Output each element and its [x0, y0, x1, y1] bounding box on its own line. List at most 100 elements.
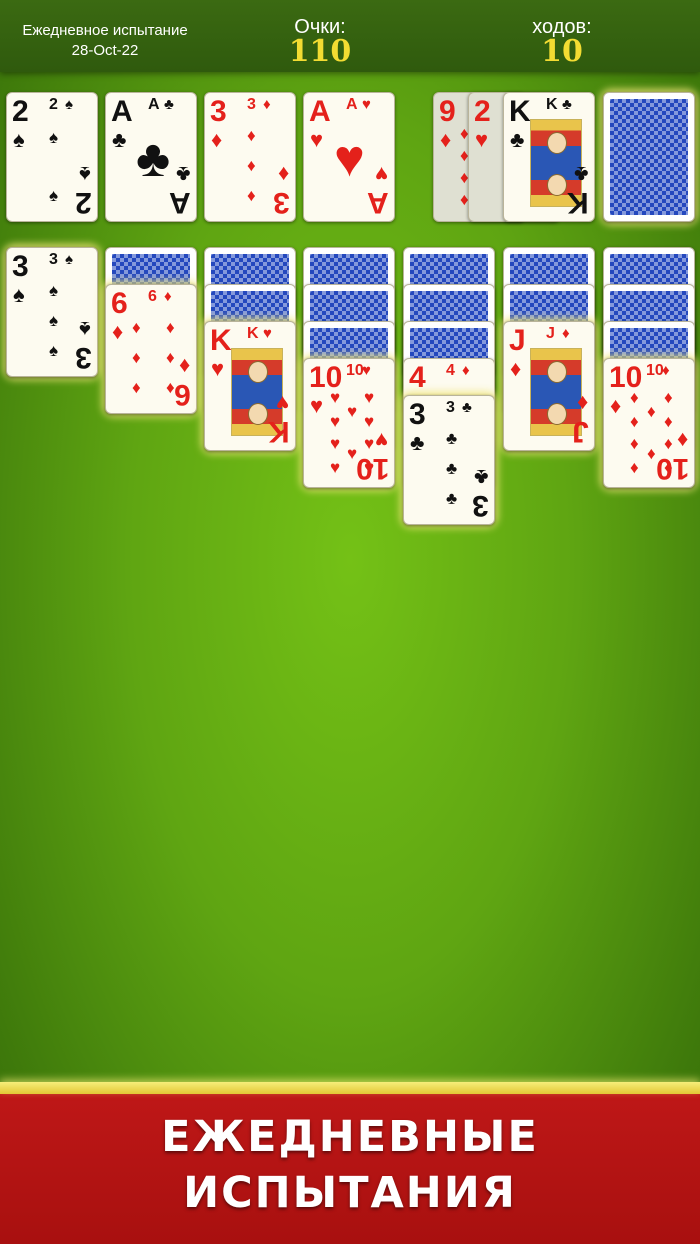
face-head-icon	[248, 403, 268, 425]
card-corner-rank: A	[148, 96, 160, 113]
tableau-card[interactable]: 3 ♠ 3 ♠ ♠ ♠ ♠ 3 ♠	[6, 247, 98, 377]
foundation-card[interactable]: A ♣ A ♣ ♣ A ♣	[105, 92, 197, 222]
face-head-icon	[248, 361, 268, 383]
card-corner-rank: J	[546, 325, 555, 342]
card-rank-bottom: 3	[75, 341, 92, 374]
card-corner-suit-icon: ♣	[164, 96, 174, 113]
card-suit-icon: ♠	[13, 282, 25, 307]
card-suit-icon: ♠	[13, 127, 25, 152]
card-suit-icon: ♥	[310, 393, 324, 418]
card-pip-icon: ♥	[347, 402, 358, 421]
card-rank: 3	[210, 95, 227, 128]
card-rank-bottom: A	[367, 186, 389, 219]
moves-value: 10	[541, 34, 583, 69]
card-pip-icon: ♣	[446, 489, 458, 508]
card-corner-suit-icon: ♠	[65, 251, 73, 268]
card-corner-suit-icon: ♦	[462, 362, 470, 379]
card-suit-icon: ♣	[510, 127, 525, 152]
card-rank: 2	[474, 95, 491, 128]
card-corner-suit-icon: ♠	[65, 96, 73, 113]
card-corner-rank: 6	[148, 288, 157, 305]
tableau-card[interactable]: J ♦ J ♦ J ♦	[503, 321, 595, 451]
card-pip-icon: ♦	[247, 126, 256, 145]
card-pip-icon: ♠	[49, 311, 59, 330]
card-rank: J	[509, 324, 526, 357]
card-corner-rank: K	[546, 96, 558, 113]
tableau-card[interactable]: 10 ♦ 10 ♦ ♦ ♦ ♦ ♦ ♦ ♦ ♦ ♦ ♦ ♦ 10 ♦	[603, 358, 695, 488]
card-pip-icon: ♦	[166, 318, 175, 337]
banner-title-line1: ЕЖЕДНЕВНЫЕ	[161, 1112, 539, 1162]
card-corner-rank: 2	[49, 96, 58, 113]
card-center-suit-icon: ♥	[334, 130, 365, 188]
card-pip-icon: ♦	[132, 318, 141, 337]
card-corner-rank: 4	[446, 362, 455, 379]
card-rank: A	[111, 95, 133, 128]
card-rank: 4	[409, 361, 426, 394]
card-pip-icon: ♦	[630, 458, 639, 477]
tableau-card[interactable]: 6 ♦ 6 ♦ ♦ ♦ ♦ ♦ ♦ ♦ 6 ♦	[105, 284, 197, 414]
card-suit-icon: ♦	[610, 393, 622, 418]
card-corner-suit-icon: ♣	[562, 96, 572, 113]
tableau-card[interactable]: K ♥ K ♥ K ♥	[204, 321, 296, 451]
card-corner-suit-icon: ♦	[562, 325, 570, 342]
card-pip-icon: ♣	[446, 429, 458, 448]
card-pip-icon: ♦	[247, 156, 256, 175]
date-label: 28-Oct-22	[71, 42, 139, 59]
card-rank: 9	[439, 95, 456, 128]
foundation-card[interactable]: A ♥ A ♥ ♥ A ♥	[303, 92, 395, 222]
card-suit-bottom-icon: ♠	[79, 317, 91, 342]
tableau-card[interactable]: 3 ♣ 3 ♣ ♣ ♣ ♣ 3 ♣	[403, 395, 495, 525]
stock-pile[interactable]	[603, 92, 695, 222]
card-pip-icon: ♥	[330, 434, 341, 453]
card-rank-bottom: 10	[355, 452, 389, 485]
card-rank-bottom: J	[572, 415, 589, 448]
card-pip-icon: ♠	[49, 128, 59, 147]
card-pip-icon: ♦	[664, 434, 673, 453]
tableau-card[interactable]: 10 ♥ 10 ♥ ♥ ♥ ♥ ♥ ♥ ♥ ♥ ♥ ♥ ♥ 10 ♥	[303, 358, 395, 488]
card-corner-suit-icon: ♥	[263, 325, 272, 342]
card-pip-icon: ♥	[330, 412, 341, 431]
card-suit-bottom-icon: ♦	[576, 391, 588, 416]
card-pip-icon: ♥	[364, 434, 375, 453]
card-rank-bottom: K	[567, 186, 589, 219]
card-pip-icon: ♦	[647, 444, 656, 463]
card-suit-bottom-icon: ♦	[676, 428, 688, 453]
card-suit-bottom-icon: ♦	[277, 162, 289, 187]
foundation-card[interactable]: 3 ♦ 3 ♦ ♦ ♦ ♦ 3 ♦	[204, 92, 296, 222]
card-pip-icon: ♠	[49, 281, 59, 300]
card-rank: 3	[12, 250, 29, 283]
card-corner-rank: K	[247, 325, 259, 342]
score-value: 110	[288, 34, 352, 69]
card-pip-icon: ♥	[330, 388, 341, 407]
card-rank: K	[210, 324, 232, 357]
card-corner-suit-icon: ♥	[362, 96, 371, 113]
waste-card[interactable]: K ♣ K ♣ K ♣	[503, 92, 595, 222]
card-rank-bottom: 3	[273, 186, 290, 219]
card-suit-icon: ♦	[211, 127, 223, 152]
card-suit-icon: ♥	[211, 356, 225, 381]
card-rank: 6	[111, 287, 128, 320]
card-pip-icon: ♦	[647, 402, 656, 421]
face-head-icon	[547, 132, 567, 154]
card-pip-icon: ♦	[630, 434, 639, 453]
card-rank-bottom: A	[169, 186, 191, 219]
card-pip-icon: ♦	[630, 412, 639, 431]
card-rank: 2	[12, 95, 29, 128]
card-suit-icon: ♥	[310, 127, 324, 152]
card-pip-icon: ♦	[630, 388, 639, 407]
card-rank-bottom: 10	[655, 452, 689, 485]
card-rank: A	[309, 95, 331, 128]
card-pip-icon: ♦	[132, 348, 141, 367]
card-suit-bottom-icon: ♠	[79, 162, 91, 187]
card-pip-icon: ♣	[446, 459, 458, 478]
mode-label: Ежедневное испытание	[22, 22, 188, 39]
foundation-card[interactable]: 2 ♠ 2 ♠ ♠ ♠ 2 ♠	[6, 92, 98, 222]
card-corner-suit-icon: ♦	[263, 96, 271, 113]
card-pip-icon: ♠	[49, 186, 59, 205]
face-head-icon	[547, 361, 567, 383]
card-corner-rank: 3	[446, 399, 455, 416]
card-suit-bottom-icon: ♥	[275, 391, 289, 416]
card-center-suit-icon: ♣	[136, 130, 171, 188]
card-suit-icon: ♣	[112, 127, 127, 152]
card-suit-icon: ♦	[440, 127, 452, 152]
